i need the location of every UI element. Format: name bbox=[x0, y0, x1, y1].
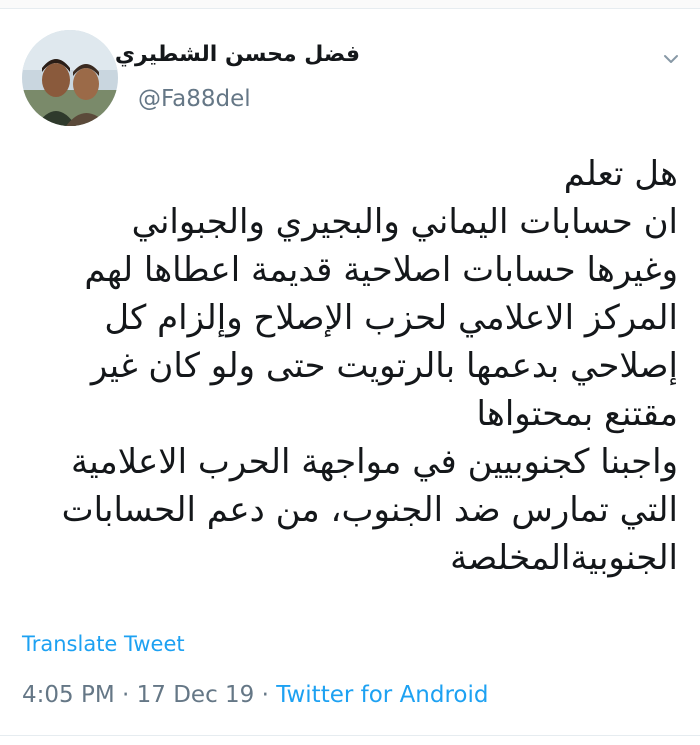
tweet-line: ان حسابات اليماني والبجيري والجبواني bbox=[131, 202, 678, 242]
author-handle[interactable]: @Fa88del bbox=[138, 86, 251, 112]
tweet-source-link[interactable]: Twitter for Android bbox=[276, 682, 488, 708]
avatar[interactable] bbox=[22, 30, 118, 126]
tweet-line: إصلاحي بدعمها بالرتويت حتى ولو كان غير bbox=[90, 346, 678, 386]
author-name[interactable]: فضل محسن الشطيري bbox=[115, 42, 360, 67]
meta-separator: · bbox=[261, 682, 269, 708]
meta-separator: · bbox=[122, 682, 130, 708]
chevron-down-icon[interactable] bbox=[662, 50, 680, 68]
tweet-text: هل تعلم ان حسابات اليماني والبجيري والجب… bbox=[18, 150, 678, 582]
tweet-time[interactable]: 4:05 PM bbox=[22, 682, 115, 708]
tweet-line: وغيرها حسابات اصلاحية قديمة اعطاها لهم bbox=[84, 250, 678, 290]
top-divider bbox=[0, 0, 700, 9]
tweet-line: مقتنع بمحتواها bbox=[476, 394, 678, 434]
tweet-meta: 4:05 PM · 17 Dec 19 · Twitter for Androi… bbox=[22, 682, 489, 708]
avatar-photo bbox=[22, 30, 118, 126]
tweet-line: المركز الاعلامي لحزب الإصلاح وإلزام كل bbox=[104, 298, 678, 338]
tweet-date[interactable]: 17 Dec 19 bbox=[137, 682, 255, 708]
tweet-line: التي تمارس ضد الجنوب، من دعم الحسابات bbox=[61, 490, 678, 530]
translate-tweet-link[interactable]: Translate Tweet bbox=[22, 632, 185, 656]
tweet-line: الجنوبيةالمخلصة bbox=[450, 538, 678, 578]
tweet-line: هل تعلم bbox=[563, 154, 678, 194]
bottom-divider bbox=[0, 735, 700, 736]
tweet-line: واجبنا كجنوبيين في مواجهة الحرب الاعلامي… bbox=[71, 442, 678, 482]
